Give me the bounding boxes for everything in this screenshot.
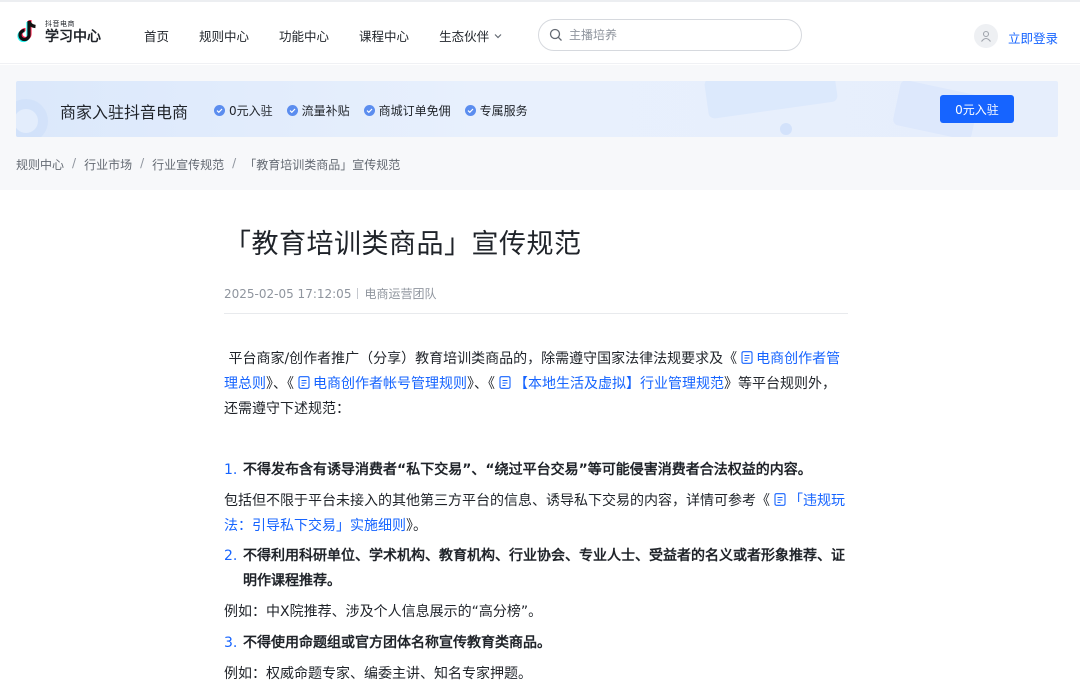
search-box[interactable] <box>538 19 802 51</box>
avatar[interactable] <box>974 24 998 48</box>
nav-feature-center[interactable]: 功能中心 <box>279 26 329 45</box>
banner-feature-label: 0元入驻 <box>229 104 273 118</box>
rule-item: 2. 不得利用科研单位、学术机构、教育机构、行业协会、专业人士、受益者的名义或者形… <box>224 544 848 594</box>
merchant-banner[interactable]: 商家入驻抖音电商 0元入驻 流量补贴 商城订单免佣 专属服务 0元入驻 <box>16 81 1058 137</box>
breadcrumb-current: 「教育培训类商品」宣传规范 <box>244 158 401 172</box>
chevron-down-icon <box>494 33 502 38</box>
note-text: 》。 <box>406 518 427 534</box>
join-free-button[interactable]: 0元入驻 <box>940 95 1014 123</box>
breadcrumb-separator: / <box>140 156 145 170</box>
nav-home-label: 首页 <box>144 29 170 44</box>
logo[interactable]: 抖音电商 学习中心 <box>16 16 101 48</box>
rule-text: 不得发布含有诱导消费者“私下交易”、“绕过平台交易”等可能侵害消费者合法权益的内… <box>243 462 812 478</box>
rule-note: 包括但不限于平台未接入的其他第三方平台的信息、诱导私下交易的内容，详情可参考《「… <box>224 489 848 539</box>
douyin-logo-icon <box>17 20 36 43</box>
nav-course-label: 课程中心 <box>359 29 410 44</box>
nav-course-center[interactable]: 课程中心 <box>359 26 409 45</box>
intro-text: 》、《 <box>266 376 294 392</box>
meta-divider <box>357 288 359 299</box>
article-meta: 2025-02-05 17:12:05 电商运营团队 <box>224 285 848 302</box>
search-icon <box>549 28 562 41</box>
logo-subtitle: 抖音电商 <box>45 19 75 28</box>
rule-link-account-management[interactable]: 电商创作者帐号管理规则 <box>294 376 467 392</box>
top-navigation: 抖音电商 学习中心 首页 规则中心 功能中心 课程中心 生态伙伴 立即登录 <box>0 0 1080 64</box>
banner-feature-label: 专属服务 <box>479 104 528 118</box>
nav-rules-center[interactable]: 规则中心 <box>199 26 249 45</box>
rule-text: 不得利用科研单位、学术机构、教育机构、行业协会、专业人士、受益者的名义或者形象推… <box>243 548 845 564</box>
intro-text: 》、《 <box>467 376 495 392</box>
check-circle-icon <box>464 105 476 116</box>
publish-date: 2025-02-05 17:12:05 <box>224 286 352 301</box>
rule-link-local-virtual[interactable]: 【本地生活及虚拟】行业管理规范 <box>495 376 724 392</box>
document-icon <box>774 493 786 506</box>
user-icon <box>981 30 991 42</box>
banner-feature: 0元入驻 <box>214 102 273 119</box>
link-label: 【本地生活及虚拟】行业管理规范 <box>514 376 724 392</box>
page-title: 「教育培训类商品」宣传规范 <box>224 229 582 260</box>
breadcrumb-item[interactable]: 行业宣传规范 <box>152 156 224 173</box>
note-text: 包括但不限于平台未接入的其他第三方平台的信息、诱导私下交易的内容，详情可参考《 <box>224 493 770 509</box>
intro-text: 平台商家/创作者推广（分享）教育培训类商品的，除需遵守国家法律法规要求及《 <box>228 351 738 367</box>
rule-note: 例如：权威命题专家、编委主讲、知名专家押题。 <box>224 666 532 682</box>
nav-home[interactable]: 首页 <box>144 26 169 45</box>
nav-partners-label: 生态伙伴 <box>439 29 490 44</box>
breadcrumb-item[interactable]: 规则中心 <box>16 156 64 173</box>
check-circle-icon <box>286 105 298 116</box>
breadcrumb-item[interactable]: 行业市场 <box>84 156 132 173</box>
check-circle-icon <box>363 105 375 116</box>
banner-section: 商家入驻抖音电商 0元入驻 流量补贴 商城订单免佣 专属服务 0元入驻 规则中心… <box>0 65 1080 190</box>
logo-title: 学习中心 <box>45 28 101 45</box>
rule-item: 1. 不得发布含有诱导消费者“私下交易”、“绕过平台交易”等可能侵害消费者合法权益… <box>224 458 848 483</box>
rule-note: 例如：中X院推荐、涉及个人信息展示的“高分榜”。 <box>224 604 543 620</box>
document-icon <box>499 376 511 389</box>
banner-feature-label: 流量补贴 <box>301 104 350 118</box>
document-icon <box>298 376 310 389</box>
rule-number: 3. <box>224 635 238 651</box>
nav-partners[interactable]: 生态伙伴 <box>439 26 503 45</box>
breadcrumb-separator: / <box>232 156 237 170</box>
link-label: 电商创作者帐号管理规则 <box>313 376 467 392</box>
rule-text-continued: 明作课程推荐。 <box>243 573 341 589</box>
author: 电商运营团队 <box>364 287 437 301</box>
banner-features: 0元入驻 流量补贴 商城订单免佣 专属服务 <box>214 102 542 119</box>
nav-rules-label: 规则中心 <box>199 29 250 44</box>
rule-item: 3. 不得使用命题组或官方团体名称宣传教育类商品。 <box>224 631 848 656</box>
article: 「教育培训类商品」宣传规范 2025-02-05 17:12:05 电商运营团队… <box>224 222 848 682</box>
rule-number: 2. <box>224 548 238 564</box>
document-icon <box>741 351 753 364</box>
title-divider <box>224 313 848 314</box>
banner-feature: 商城订单免佣 <box>363 102 451 119</box>
rule-text: 不得使用命题组或官方团体名称宣传教育类商品。 <box>243 635 551 651</box>
nav-feature-label: 功能中心 <box>279 29 330 44</box>
main-nav: 首页 规则中心 功能中心 课程中心 生态伙伴 <box>144 26 533 45</box>
search-input[interactable] <box>569 28 789 42</box>
breadcrumb: 规则中心 / 行业市场 / 行业宣传规范 / 「教育培训类商品」宣传规范 <box>16 156 400 173</box>
breadcrumb-separator: / <box>72 156 77 170</box>
banner-title: 商家入驻抖音电商 <box>60 103 189 122</box>
intro-paragraph: 平台商家/创作者推广（分享）教育培训类商品的，除需遵守国家法律法规要求及《电商创… <box>224 347 844 422</box>
banner-feature: 专属服务 <box>464 102 528 119</box>
check-circle-icon <box>214 105 225 116</box>
banner-feature-label: 商城订单免佣 <box>378 104 451 118</box>
banner-feature: 流量补贴 <box>286 102 350 119</box>
login-link[interactable]: 立即登录 <box>1008 28 1058 47</box>
rule-number: 1. <box>224 462 238 478</box>
